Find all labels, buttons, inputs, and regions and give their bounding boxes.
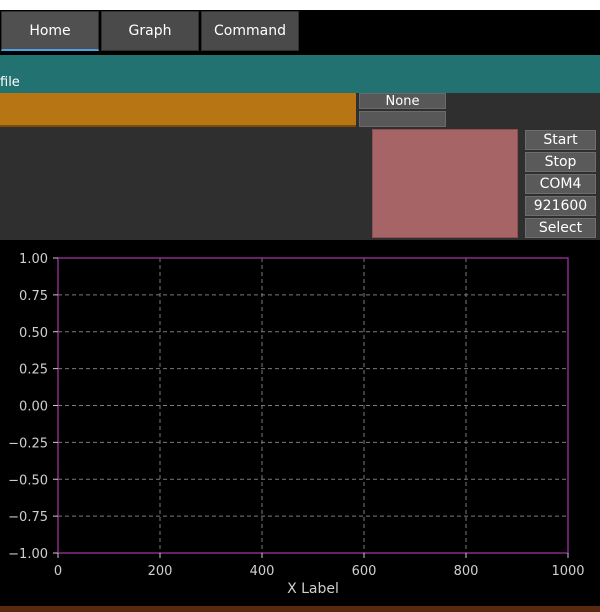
- tab-bar: Home Graph Command: [0, 10, 600, 55]
- x-axis-label: X Label: [287, 581, 339, 597]
- plot-svg: 0 200 400 600 800 1000 1.00 0.75 0.50 0.25 0.00 −0.…: [8, 252, 584, 597]
- y-tick-label: −0.75: [8, 510, 48, 525]
- select-button[interactable]: Select: [525, 218, 596, 238]
- y-tick-label: 0.25: [19, 363, 48, 378]
- blank-button[interactable]: [359, 111, 446, 127]
- tab-command[interactable]: Command: [201, 11, 299, 51]
- file-label: file: [0, 75, 20, 90]
- x-tick-label: 0: [54, 564, 62, 579]
- x-tick-label: 200: [148, 564, 173, 579]
- start-button[interactable]: Start: [525, 130, 596, 150]
- tab-graph[interactable]: Graph: [101, 11, 199, 51]
- control-panel: None Start Stop COM4 921600 Select: [0, 93, 600, 240]
- file-path-field[interactable]: [0, 93, 356, 127]
- window-top-strip: [0, 0, 600, 10]
- port-select-button[interactable]: COM4: [525, 174, 596, 194]
- plot-area: 0 200 400 600 800 1000 1.00 0.75 0.50 0.25 0.00 −0.…: [0, 240, 600, 606]
- x-tick-label: 800: [454, 564, 479, 579]
- x-tick-label: 600: [352, 564, 377, 579]
- y-tick-label: 0.00: [19, 400, 48, 415]
- y-tick-label: −0.50: [8, 473, 48, 488]
- y-tick-label: 0.75: [19, 289, 48, 304]
- y-tick-label: −1.00: [8, 547, 48, 562]
- y-tick-label: 0.50: [19, 326, 48, 341]
- file-band: file: [0, 55, 600, 93]
- status-indicator-box: [372, 129, 518, 238]
- bottom-strip: [0, 606, 600, 612]
- y-tick-label: 1.00: [19, 252, 48, 267]
- y-tick-label: −0.25: [8, 436, 48, 451]
- stop-button[interactable]: Stop: [525, 152, 596, 172]
- x-tick-label: 400: [250, 564, 275, 579]
- tab-home[interactable]: Home: [1, 11, 99, 51]
- none-button[interactable]: None: [359, 93, 446, 109]
- baud-rate-button[interactable]: 921600: [525, 196, 596, 216]
- x-tick-label: 1000: [551, 564, 584, 579]
